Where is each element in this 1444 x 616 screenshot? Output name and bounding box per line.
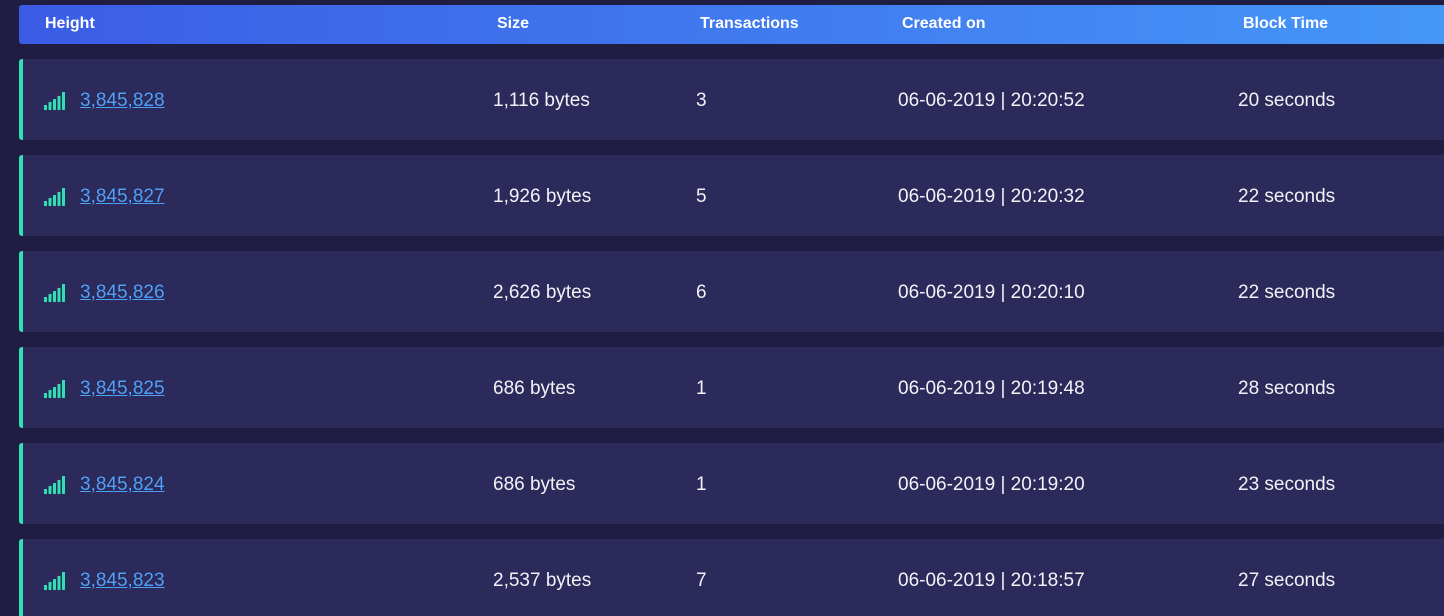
blocks-table: Height Size Transactions Created on Bloc… xyxy=(0,0,1444,616)
block-time: 23 seconds xyxy=(1238,474,1336,495)
table-row[interactable]: 3,845,827 1,926 bytes 5 06-06-2019 | 20:20:… xyxy=(19,155,1444,236)
created-on: 06-06-2019 | 20:19:20 xyxy=(898,474,1085,495)
block-time: 22 seconds xyxy=(1238,186,1336,207)
column-header-transactions[interactable]: Transactions xyxy=(700,15,799,33)
block-size: 686 bytes xyxy=(493,474,576,495)
block-time: 22 seconds xyxy=(1238,282,1336,303)
block-time: 20 seconds xyxy=(1238,90,1336,111)
block-height-link[interactable]: 3,845,825 xyxy=(80,378,165,400)
column-header-size[interactable]: Size xyxy=(497,15,529,33)
transaction-count: 1 xyxy=(696,378,707,399)
created-on: 06-06-2019 | 20:20:32 xyxy=(898,186,1085,207)
signal-bars-icon xyxy=(44,380,65,398)
column-header-height[interactable]: Height xyxy=(45,15,95,33)
created-on: 06-06-2019 | 20:18:57 xyxy=(898,570,1085,591)
block-time: 28 seconds xyxy=(1238,378,1336,399)
transaction-count: 7 xyxy=(696,570,707,591)
block-size: 2,537 bytes xyxy=(493,570,592,591)
signal-bars-icon xyxy=(44,92,65,110)
table-body: 3,845,828 1,116 bytes 3 06-06-2019 | 20:20:… xyxy=(19,59,1444,616)
block-height-link[interactable]: 3,845,824 xyxy=(80,474,165,496)
table-row[interactable]: 3,845,825 686 bytes 1 06-06-2019 | 20:19:48… xyxy=(19,347,1444,428)
block-size: 2,626 bytes xyxy=(493,282,592,303)
block-time: 27 seconds xyxy=(1238,570,1336,591)
created-on: 06-06-2019 | 20:20:52 xyxy=(898,90,1085,111)
transaction-count: 6 xyxy=(696,282,707,303)
table-row[interactable]: 3,845,824 686 bytes 1 06-06-2019 | 20:19:20… xyxy=(19,443,1444,524)
block-height-link[interactable]: 3,845,826 xyxy=(80,282,165,304)
table-row[interactable]: 3,845,826 2,626 bytes 6 06-06-2019 | 20:20:… xyxy=(19,251,1444,332)
signal-bars-icon xyxy=(44,476,65,494)
column-header-block-time[interactable]: Block Time xyxy=(1243,15,1328,33)
created-on: 06-06-2019 | 20:20:10 xyxy=(898,282,1085,303)
signal-bars-icon xyxy=(44,572,65,590)
transaction-count: 3 xyxy=(696,90,707,111)
block-height-link[interactable]: 3,845,827 xyxy=(80,186,165,208)
transaction-count: 1 xyxy=(696,474,707,495)
table-row[interactable]: 3,845,823 2,537 bytes 7 06-06-2019 | 20:18:… xyxy=(19,539,1444,616)
signal-bars-icon xyxy=(44,188,65,206)
transaction-count: 5 xyxy=(696,186,707,207)
block-height-link[interactable]: 3,845,823 xyxy=(80,570,165,592)
signal-bars-icon xyxy=(44,284,65,302)
block-size: 686 bytes xyxy=(493,378,576,399)
column-header-created-on[interactable]: Created on xyxy=(902,15,986,33)
block-size: 1,116 bytes xyxy=(493,90,590,111)
table-row[interactable]: 3,845,828 1,116 bytes 3 06-06-2019 | 20:20:… xyxy=(19,59,1444,140)
block-size: 1,926 bytes xyxy=(493,186,592,207)
created-on: 06-06-2019 | 20:19:48 xyxy=(898,378,1085,399)
table-header: Height Size Transactions Created on Bloc… xyxy=(19,5,1444,44)
block-height-link[interactable]: 3,845,828 xyxy=(80,90,165,112)
